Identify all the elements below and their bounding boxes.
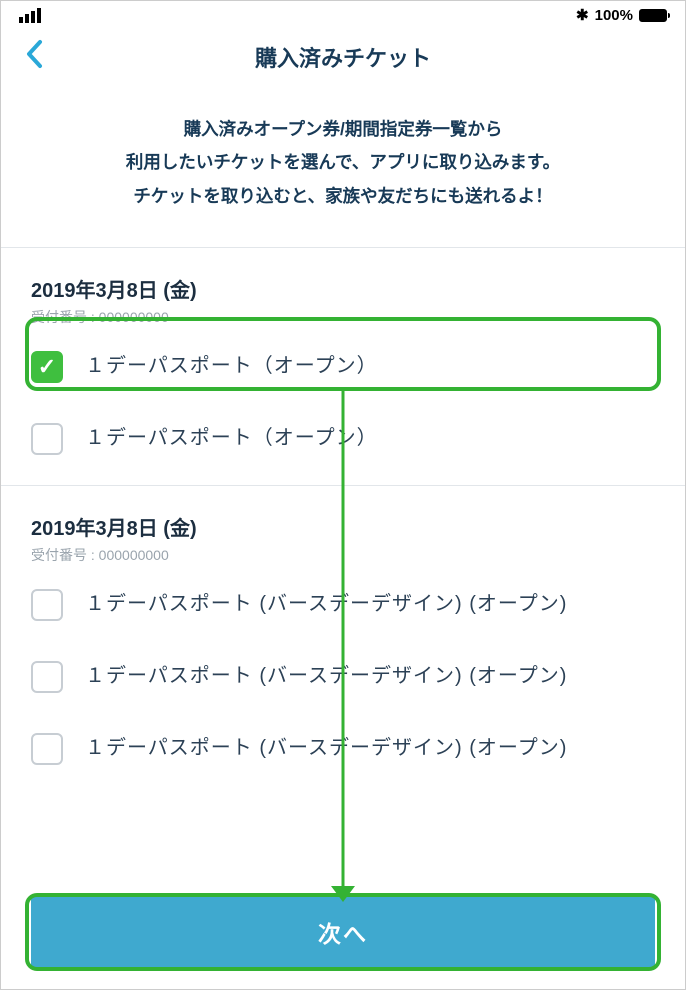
- ticket-checkbox[interactable]: [31, 423, 63, 455]
- back-button[interactable]: [15, 35, 53, 79]
- status-signal: [19, 8, 41, 23]
- ticket-row[interactable]: １デーパスポート (バースデーデザイン) (オープン): [31, 637, 655, 709]
- group-reference: 受付番号 : 000000000: [31, 307, 655, 327]
- ticket-checkbox[interactable]: [31, 661, 63, 693]
- ticket-group: 2019年3月8日 (金) 受付番号 : 000000000 １デーパスポート …: [1, 486, 685, 795]
- ticket-label: １デーパスポート (バースデーデザイン) (オープン): [85, 659, 567, 693]
- chevron-left-icon: [25, 39, 43, 69]
- nav-header: 購入済みチケット: [1, 29, 685, 85]
- ref-label: 受付番号 :: [31, 309, 95, 325]
- ticket-label: １デーパスポート (バースデーデザイン) (オープン): [85, 587, 567, 621]
- group-date: 2019年3月8日 (金): [31, 512, 655, 541]
- ticket-label: １デーパスポート (バースデーデザイン) (オープン): [85, 731, 567, 765]
- ref-label: 受付番号 :: [31, 547, 95, 563]
- ticket-group: 2019年3月8日 (金) 受付番号 : 000000000 ✓ １デーパスポー…: [1, 248, 685, 486]
- intro-line: 購入済みオープン券/期間指定券一覧から: [31, 113, 655, 146]
- ticket-row[interactable]: １デーパスポート (バースデーデザイン) (オープン): [31, 565, 655, 637]
- group-date: 2019年3月8日 (金): [31, 274, 655, 303]
- group-reference: 受付番号 : 000000000: [31, 545, 655, 565]
- status-bar: ✱ 100%: [1, 1, 685, 29]
- ticket-row[interactable]: １デーパスポート (バースデーデザイン) (オープン): [31, 709, 655, 781]
- ticket-label: １デーパスポート（オープン）: [85, 349, 378, 383]
- signal-icon: [19, 8, 41, 23]
- ticket-checkbox[interactable]: ✓: [31, 351, 63, 383]
- intro-text: 購入済みオープン券/期間指定券一覧から 利用したいチケットを選んで、アプリに取り…: [1, 85, 685, 248]
- intro-line: 利用したいチケットを選んで、アプリに取り込みます。: [31, 146, 655, 179]
- ticket-label: １デーパスポート（オープン）: [85, 421, 378, 455]
- ref-value: 000000000: [99, 547, 169, 563]
- battery-percent: 100%: [595, 7, 633, 24]
- ref-value: 000000000: [99, 309, 169, 325]
- checkmark-icon: ✓: [38, 354, 56, 380]
- intro-line: チケットを取り込むと、家族や友だちにも送れるよ！: [31, 180, 655, 213]
- ticket-checkbox[interactable]: [31, 733, 63, 765]
- ticket-row[interactable]: １デーパスポート（オープン）: [31, 399, 655, 471]
- next-button-label: 次へ: [318, 915, 368, 949]
- battery-icon: [639, 9, 667, 22]
- status-right: ✱ 100%: [576, 6, 667, 24]
- bluetooth-icon: ✱: [576, 6, 589, 24]
- next-button[interactable]: 次へ: [31, 897, 655, 967]
- ticket-row[interactable]: ✓ １デーパスポート（オープン）: [31, 327, 655, 399]
- page-title: 購入済みチケット: [255, 41, 431, 73]
- ticket-checkbox[interactable]: [31, 589, 63, 621]
